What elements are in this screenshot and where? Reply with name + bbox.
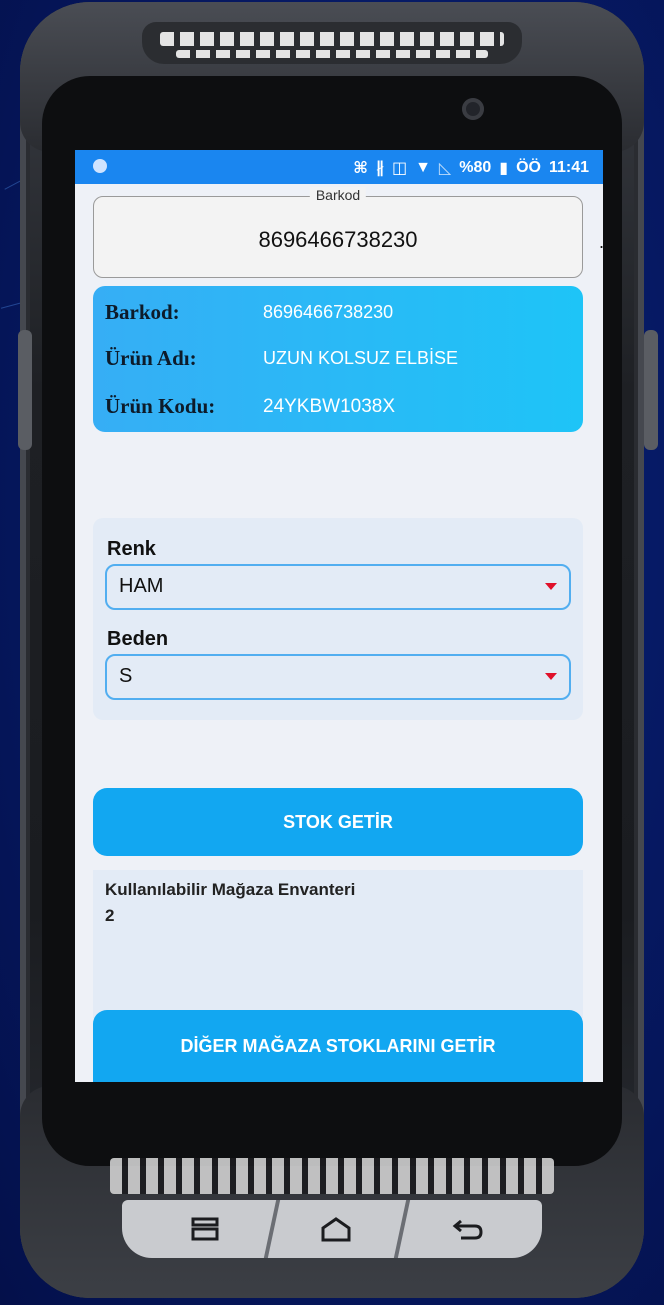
battery-percent: %80 — [459, 159, 492, 176]
status-bar: ⌘ ∦ ◫ ▼ ◺ %80 ▮ ÖÖ 11:41 — [75, 150, 603, 184]
status-icons: ⌘ ∦ ◫ ▼ ◺ %80 ▮ ÖÖ 11:41 — [353, 158, 589, 178]
size-value: S — [119, 665, 133, 687]
clock: 11:41 — [548, 159, 589, 176]
left-side-button[interactable] — [18, 330, 32, 450]
battery-icon: ▮ — [499, 160, 509, 177]
app-screen: ⌘ ∦ ◫ ▼ ◺ %80 ▮ ÖÖ 11:41 Barkod 86964667… — [75, 150, 603, 1082]
inventory-panel: Kullanılabilir Mağaza Envanteri 2 — [93, 870, 583, 1018]
inventory-value: 2 — [105, 906, 115, 925]
scan-icon: ⌘ — [353, 160, 368, 177]
color-label: Renk — [107, 538, 156, 560]
home-button[interactable] — [272, 1200, 400, 1258]
product-barcode-label: Barkod: — [105, 300, 180, 324]
speaker-grill — [176, 50, 488, 58]
recent-apps-icon — [191, 1217, 219, 1241]
barcode-input[interactable]: Barkod 8696466738230 — [93, 187, 583, 278]
other-stores-button[interactable]: DİĞER MAĞAZA STOKLARINI GETİR — [93, 1010, 583, 1082]
barcode-side-mark: . — [599, 232, 603, 253]
product-code-value: 24YKBW1038X — [263, 395, 396, 417]
product-code-row: Ürün Kodu: 24YKBW1038X — [105, 394, 395, 419]
size-select[interactable]: S — [105, 654, 571, 700]
vibrate-icon: ◫ — [391, 160, 408, 177]
color-select[interactable]: HAM — [105, 564, 571, 610]
product-name-label: Ürün Adı: — [105, 346, 197, 370]
back-icon — [452, 1219, 483, 1240]
chevron-down-icon — [545, 583, 557, 590]
notification-dot-icon — [93, 159, 107, 173]
barcode-value: 8696466738230 — [258, 227, 418, 252]
wifi-icon: ▼ — [415, 159, 431, 176]
variant-panel: Renk HAM Beden S — [93, 518, 583, 720]
status-extra: ÖÖ — [516, 159, 541, 176]
inventory-label: Kullanılabilir Mağaza Envanteri — [105, 880, 356, 899]
speaker-grill — [160, 32, 504, 46]
product-barcode-value: 8696466738230 — [263, 302, 394, 322]
hardware-nav-bar — [122, 1200, 542, 1258]
bottom-speaker-grill — [110, 1158, 554, 1194]
product-barcode-row: Barkod: 8696466738230 — [105, 300, 393, 325]
no-signal-icon: ◺ — [438, 160, 452, 177]
stock-button[interactable]: STOK GETİR — [93, 788, 583, 856]
recent-apps-button[interactable] — [142, 1200, 270, 1258]
product-code-label: Ürün Kodu: — [105, 394, 216, 418]
bluetooth-icon: ∦ — [375, 160, 384, 177]
chevron-down-icon — [545, 673, 557, 680]
right-side-button[interactable] — [644, 330, 658, 450]
size-label: Beden — [107, 628, 169, 650]
product-name-value: UZUN KOLSUZ ELBİSE — [263, 348, 459, 368]
product-name-row: Ürün Adı: UZUN KOLSUZ ELBİSE — [105, 346, 458, 371]
barcode-legend: Barkod — [309, 187, 367, 203]
back-button[interactable] — [404, 1200, 532, 1258]
color-value: HAM — [119, 575, 164, 597]
front-camera — [462, 98, 484, 120]
home-icon — [321, 1217, 351, 1242]
product-info-card: Barkod: 8696466738230 Ürün Adı: UZUN KOL… — [93, 286, 583, 432]
